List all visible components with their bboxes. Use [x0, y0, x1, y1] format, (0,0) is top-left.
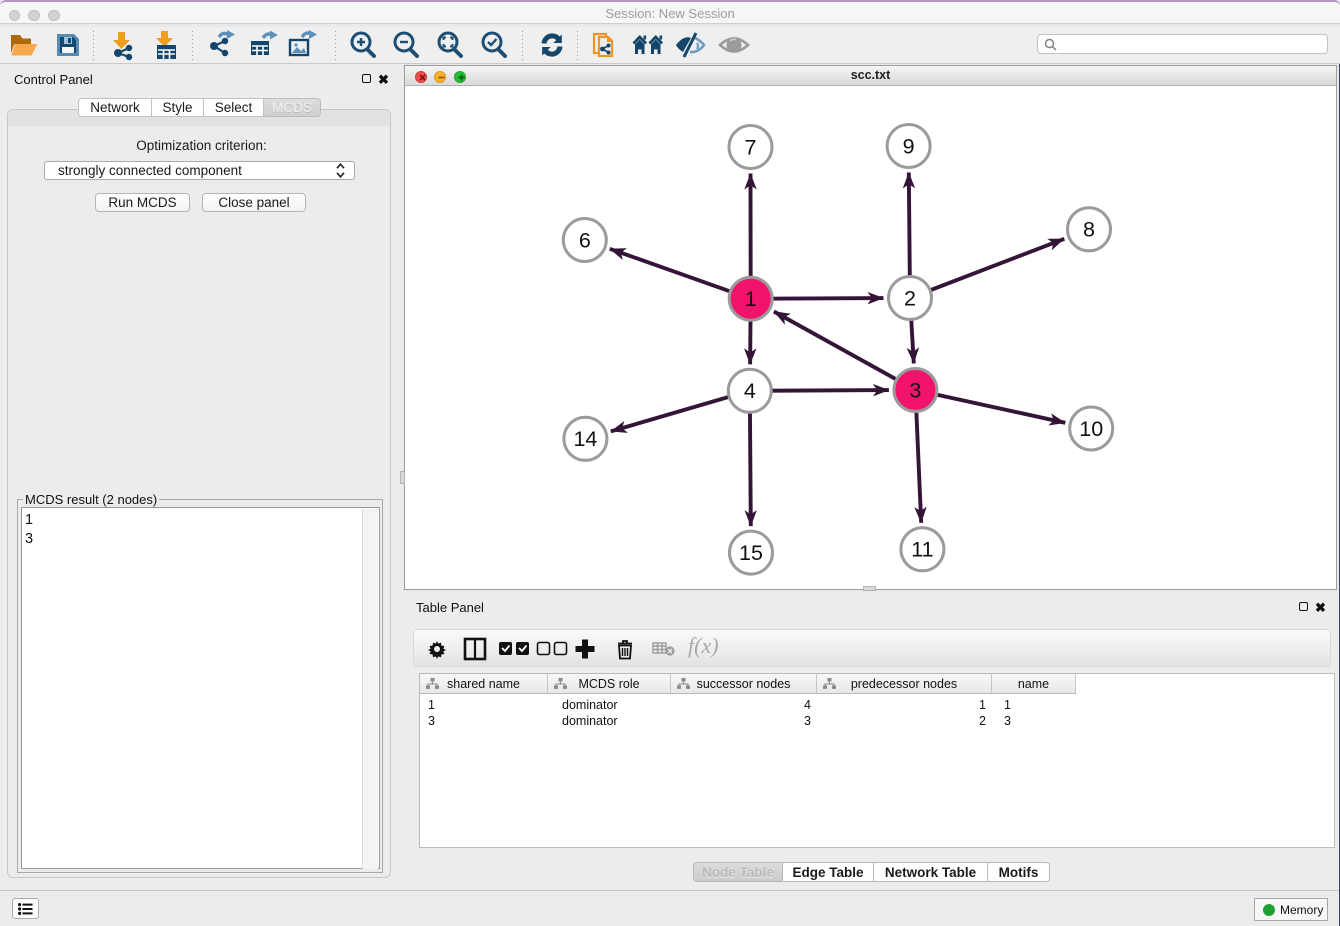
svg-text:6: 6 — [579, 228, 591, 252]
svg-text:15: 15 — [739, 541, 763, 565]
svg-text:11: 11 — [911, 538, 933, 562]
svg-text:8: 8 — [1083, 218, 1095, 242]
svg-text:10: 10 — [1079, 417, 1103, 441]
svg-text:7: 7 — [745, 135, 757, 159]
svg-text:2: 2 — [904, 286, 916, 310]
svg-text:4: 4 — [744, 379, 756, 403]
svg-text:9: 9 — [903, 134, 915, 158]
svg-text:3: 3 — [909, 378, 921, 402]
svg-text:14: 14 — [573, 427, 597, 451]
svg-text:1: 1 — [745, 287, 757, 311]
